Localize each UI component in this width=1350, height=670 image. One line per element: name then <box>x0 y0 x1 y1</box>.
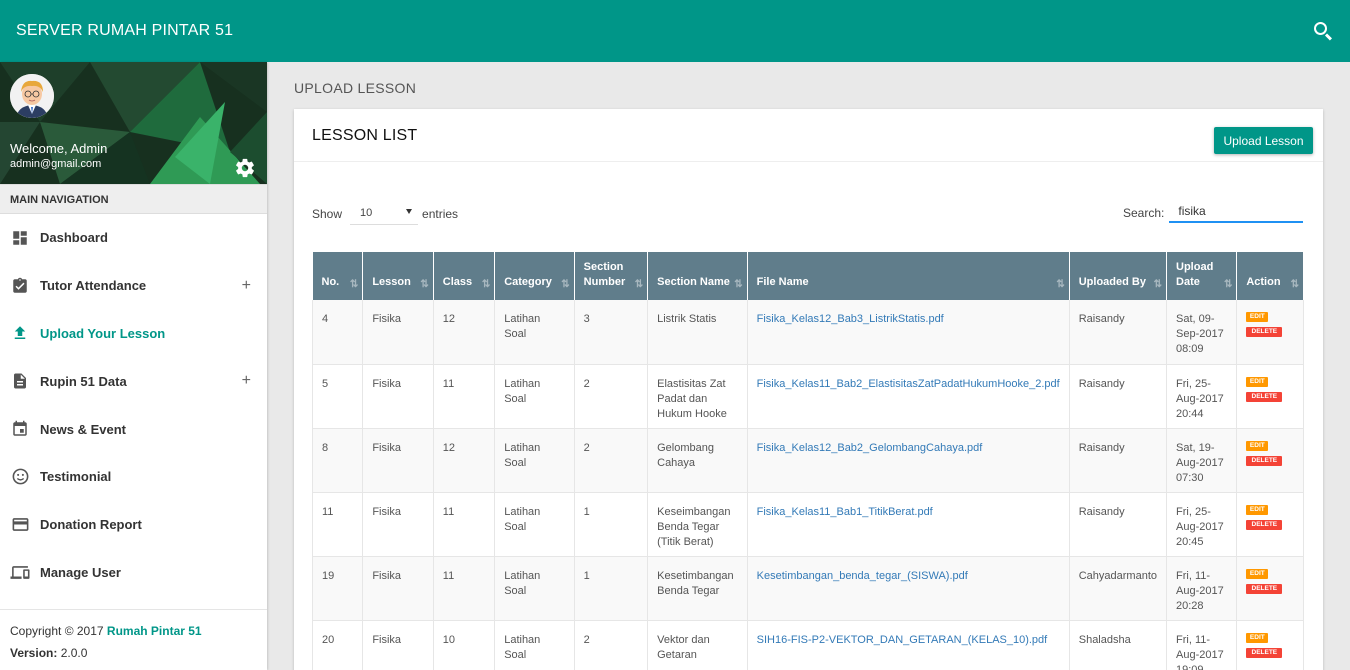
sidebar-item-donation-report[interactable]: Donation Report <box>0 501 267 549</box>
page-title: UPLOAD LESSON <box>294 80 417 96</box>
column-header[interactable]: Lesson ⇅ <box>362 252 434 300</box>
lesson-list-card: LESSON LIST Upload Lesson Show 10 entrie… <box>294 109 1323 670</box>
edit-button[interactable]: EDIT <box>1246 440 1269 451</box>
laptop-icon <box>10 562 30 582</box>
sidebar-item-upload-your-lesson[interactable]: Upload Your Lesson <box>0 310 267 358</box>
sidebar-item-dashboard[interactable]: Dashboard <box>0 214 267 262</box>
column-header[interactable]: Upload Date ⇅ <box>1166 252 1238 300</box>
user-info-panel: Welcome, Admin admin@gmail.com <box>0 62 267 184</box>
document-icon <box>10 371 30 391</box>
upload-icon <box>10 323 30 343</box>
entries-select[interactable]: 10 <box>350 203 419 225</box>
main-navigation: Dashboard Tutor Attendance + Upload Your… <box>0 214 267 596</box>
edit-button[interactable]: EDIT <box>1246 312 1269 322</box>
card-title: LESSON LIST <box>312 127 418 144</box>
sort-icon: ⇅ <box>561 279 570 290</box>
chevron-down-icon <box>406 209 413 214</box>
user-email: admin@gmail.com <box>10 158 102 170</box>
sort-icon: ⇅ <box>1056 279 1065 290</box>
entries-control: Show 10 entries <box>312 203 458 225</box>
sidebar-item-label: Upload Your Lesson <box>40 325 166 341</box>
sidebar: Welcome, Admin admin@gmail.com MAIN NAVI… <box>0 62 267 670</box>
version-text: Version: 2.0.0 <box>10 646 88 660</box>
avatar[interactable] <box>10 74 54 118</box>
delete-button[interactable]: DELETE <box>1246 647 1283 658</box>
delete-button[interactable]: DELETE <box>1246 455 1283 466</box>
table-search: Search: <box>1123 203 1304 223</box>
sort-icon: ⇅ <box>481 279 491 290</box>
column-header[interactable]: File Name ⇅ <box>747 252 1070 300</box>
column-header[interactable]: Uploaded By ⇅ <box>1069 252 1168 300</box>
expand-plus-icon[interactable]: + <box>242 277 251 295</box>
sort-icon: ⇅ <box>349 279 359 290</box>
sidebar-item-label: Testimonial <box>40 469 112 485</box>
delete-button[interactable]: DELETE <box>1246 391 1283 402</box>
sidebar-item-label: Donation Report <box>40 517 142 533</box>
sort-icon: ⇅ <box>1153 279 1163 290</box>
sidebar-item-manage-user[interactable]: Manage User <box>0 549 267 597</box>
file-link[interactable]: Fisika_Kelas12_Bab2_GelombangCahaya.pdf <box>757 442 983 454</box>
dashboard-icon <box>10 228 30 248</box>
sort-icon: ⇅ <box>1290 279 1300 290</box>
edit-button[interactable]: EDIT <box>1246 632 1269 643</box>
table-row: 4 Fisika 12 Latihan Soal 3 Listrik Stati… <box>311 300 1304 365</box>
delete-button[interactable]: DELETE <box>1246 583 1283 594</box>
sort-icon: ⇅ <box>420 279 429 290</box>
file-link[interactable]: SIH16-FIS-P2-VEKTOR_DAN_GETARAN_(KELAS_1… <box>757 634 1048 646</box>
column-header[interactable]: Section Name ⇅ <box>647 252 748 300</box>
credit-card-icon <box>10 515 30 535</box>
nav-header: MAIN NAVIGATION <box>0 184 267 214</box>
sidebar-footer: Copyright © 2017 Rumah Pintar 51 Version… <box>0 609 267 670</box>
edit-button[interactable]: EDIT <box>1246 568 1269 579</box>
edit-button[interactable]: EDIT <box>1246 376 1269 387</box>
card-header: LESSON LIST Upload Lesson <box>294 109 1323 162</box>
search-icon[interactable] <box>1312 20 1334 42</box>
column-header[interactable]: Category ⇅ <box>494 252 575 300</box>
smiley-icon <box>10 467 30 487</box>
sort-icon: ⇅ <box>734 279 743 290</box>
sidebar-item-label: Tutor Attendance <box>40 278 147 294</box>
column-header[interactable]: Section Number ⇅ <box>574 252 649 300</box>
table-row: 19 Fisika 11 Latihan Soal 1 Kesetimbanga… <box>311 556 1304 621</box>
sidebar-item-label: Rupin 51 Data <box>40 373 127 389</box>
welcome-text: Welcome, Admin <box>10 141 108 156</box>
sidebar-item-news-event[interactable]: News & Event <box>0 405 267 453</box>
assignment-check-icon <box>10 276 30 296</box>
column-header[interactable]: Class ⇅ <box>433 252 496 300</box>
app-title[interactable]: SERVER RUMAH PINTAR 51 <box>16 22 233 40</box>
sidebar-item-label: News & Event <box>40 421 126 437</box>
top-navbar: SERVER RUMAH PINTAR 51 <box>0 0 1350 62</box>
copyright-text: Copyright © 2017 Rumah Pintar 51 <box>10 624 202 638</box>
sidebar-item-tutor-attendance[interactable]: Tutor Attendance + <box>0 262 267 310</box>
file-link[interactable]: Fisika_Kelas11_Bab1_TitikBerat.pdf <box>757 506 933 518</box>
sort-icon: ⇅ <box>634 279 644 290</box>
column-header[interactable]: No. ⇅ <box>312 252 364 300</box>
upload-lesson-button[interactable]: Upload Lesson <box>1214 127 1313 154</box>
file-link[interactable]: Kesetimbangan_benda_tegar_(SISWA).pdf <box>757 570 968 582</box>
table-row: 20 Fisika 10 Latihan Soal 2 Vektor dan G… <box>311 620 1304 670</box>
brand-link[interactable]: Rumah Pintar 51 <box>107 624 202 638</box>
search-input[interactable] <box>1169 203 1304 223</box>
calendar-icon <box>10 419 30 439</box>
edit-button[interactable]: EDIT <box>1246 504 1269 515</box>
delete-button[interactable]: DELETE <box>1246 327 1283 337</box>
gear-icon[interactable] <box>234 157 256 179</box>
delete-button[interactable]: DELETE <box>1246 519 1283 530</box>
table-row: 11 Fisika 11 Latihan Soal 1 Keseimbangan… <box>311 492 1304 557</box>
file-link[interactable]: Fisika_Kelas11_Bab2_ElastisitasZatPadatH… <box>757 378 1060 390</box>
sidebar-item-rupin-51-data[interactable]: Rupin 51 Data + <box>0 357 267 405</box>
column-header[interactable]: Action ⇅ <box>1236 252 1304 300</box>
sidebar-item-label: Dashboard <box>40 230 108 246</box>
sidebar-item-testimonial[interactable]: Testimonial <box>0 453 267 501</box>
table-row: 8 Fisika 12 Latihan Soal 2 Gelombang Cah… <box>311 428 1304 493</box>
sidebar-item-label: Manage User <box>40 564 121 580</box>
expand-plus-icon[interactable]: + <box>242 372 251 390</box>
table-row: 5 Fisika 11 Latihan Soal 2 Elastisitas Z… <box>311 364 1304 429</box>
table-header-row: No. ⇅ Lesson ⇅ Class ⇅ Category ⇅ Section Nu… <box>312 252 1304 300</box>
file-link[interactable]: Fisika_Kelas12_Bab3_ListrikStatis.pdf <box>757 313 944 325</box>
lesson-table: No. ⇅ Lesson ⇅ Class ⇅ Category ⇅ Section Nu… <box>311 252 1304 670</box>
sort-icon: ⇅ <box>1223 279 1233 290</box>
main-content: UPLOAD LESSON LESSON LIST Upload Lesson … <box>267 62 1350 670</box>
